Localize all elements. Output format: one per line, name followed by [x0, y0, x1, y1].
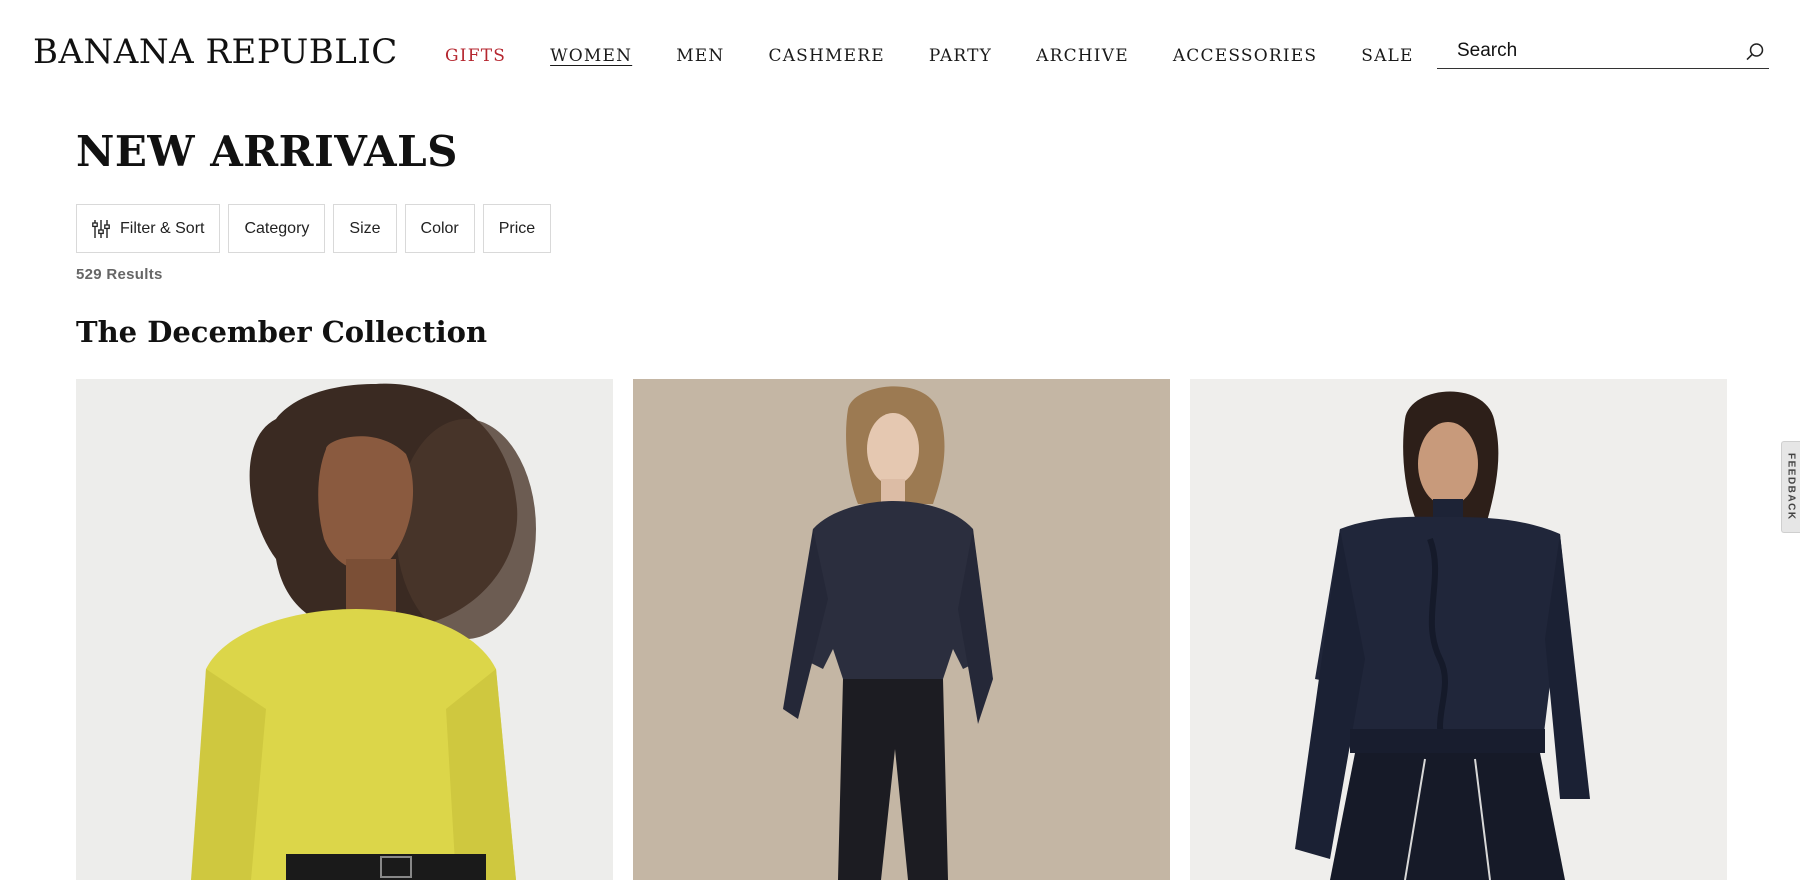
nav-item-accessories[interactable]: ACCESSORIES: [1173, 44, 1317, 68]
filter-sort-label: Filter & Sort: [120, 219, 205, 237]
feedback-tab[interactable]: FEEDBACK: [1781, 441, 1800, 533]
price-filter-button[interactable]: Price: [482, 204, 552, 253]
product-image: [76, 379, 613, 880]
product-card-satin-shirt[interactable]: [633, 379, 1170, 880]
nav-item-men[interactable]: MEN: [676, 44, 724, 68]
product-card-cable-knit-sweater[interactable]: [1190, 379, 1727, 880]
product-grid: [76, 379, 1728, 880]
size-filter-label: Size: [349, 219, 381, 237]
filter-sort-button[interactable]: Filter & Sort: [76, 204, 221, 253]
nav-item-sale[interactable]: SALE: [1361, 44, 1413, 68]
sliders-icon: [92, 219, 110, 238]
brand-logo[interactable]: BANANA REPUBLIC: [33, 30, 398, 74]
feedback-label: FEEDBACK: [1785, 453, 1797, 521]
color-filter-label: Color: [420, 219, 459, 237]
category-filter-button[interactable]: Category: [228, 204, 326, 253]
category-filter-label: Category: [244, 219, 310, 237]
page-title: NEW ARRIVALS: [76, 127, 459, 176]
nav-item-cashmere[interactable]: CASHMERE: [768, 44, 884, 68]
nav-item-party[interactable]: PARTY: [929, 44, 992, 68]
price-filter-label: Price: [498, 219, 536, 237]
nav-item-gifts[interactable]: GIFTS: [445, 44, 506, 68]
product-card-yellow-sweater[interactable]: [76, 379, 613, 880]
main-nav: GIFTS WOMEN MEN CASHMERE PARTY ARCHIVE A…: [445, 44, 1458, 68]
product-image: [1190, 379, 1727, 880]
search-bar: [1437, 36, 1769, 69]
nav-item-archive[interactable]: ARCHIVE: [1036, 44, 1129, 68]
section-title: The December Collection: [76, 315, 488, 349]
size-filter-button[interactable]: Size: [333, 204, 397, 253]
color-filter-button[interactable]: Color: [404, 204, 475, 253]
results-count: 529 Results: [76, 266, 163, 283]
search-icon[interactable]: [1745, 42, 1765, 62]
search-input[interactable]: [1437, 36, 1727, 66]
nav-item-women[interactable]: WOMEN: [550, 44, 632, 68]
filter-bar: Filter & Sort Category Size Color Price: [76, 204, 552, 253]
product-image: [633, 379, 1170, 880]
site-header: BANANA REPUBLIC GIFTS WOMEN MEN CASHMERE…: [0, 0, 1800, 100]
